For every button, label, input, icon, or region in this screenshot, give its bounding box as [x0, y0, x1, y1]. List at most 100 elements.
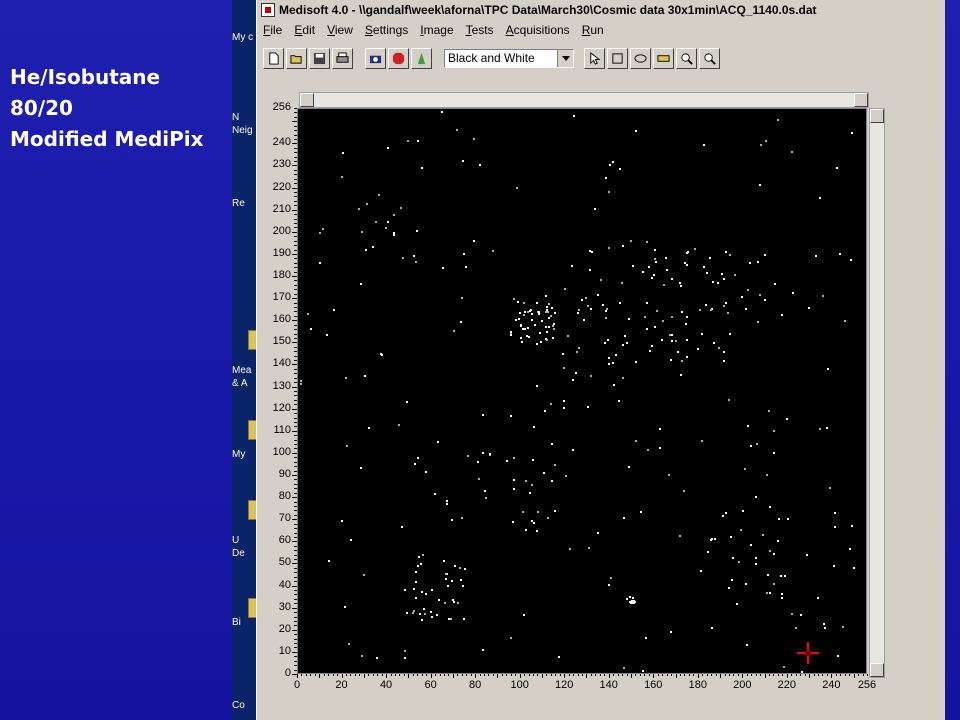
- folder-icon[interactable]: [248, 330, 256, 350]
- scroll-right-button[interactable]: [854, 93, 868, 107]
- x-tick-label: 120: [555, 679, 574, 691]
- acquire-button[interactable]: [365, 47, 386, 69]
- desktop-item[interactable]: Co: [232, 700, 245, 711]
- hit-pixel: [787, 518, 789, 520]
- desktop-item[interactable]: Bi: [232, 617, 241, 628]
- hit-pixel: [781, 593, 783, 595]
- x-tick: [493, 674, 494, 676]
- hit-pixel: [513, 479, 515, 481]
- menu-edit[interactable]: Edit: [288, 23, 321, 37]
- app-icon[interactable]: [261, 2, 275, 17]
- y-tick: [294, 148, 297, 149]
- ruler-tool-button[interactable]: [653, 47, 674, 69]
- desktop-item[interactable]: Mea: [232, 365, 251, 376]
- crosshair-cursor-icon: [797, 642, 819, 664]
- desktop-item[interactable]: N: [232, 112, 239, 123]
- folder-icon[interactable]: [248, 500, 256, 520]
- hit-pixel: [717, 282, 719, 284]
- menu-acquisitions[interactable]: Acquisitions: [500, 23, 576, 37]
- y-tick: [292, 608, 297, 609]
- hit-pixel: [380, 353, 382, 355]
- y-tick: [294, 373, 297, 374]
- y-tick: [294, 479, 297, 480]
- hit-pixel: [368, 427, 370, 429]
- desktop-item[interactable]: Re: [232, 198, 245, 209]
- hit-pixel: [594, 208, 596, 210]
- run-button[interactable]: [411, 47, 432, 69]
- hit-pixel: [307, 313, 309, 315]
- menu-image[interactable]: Image: [414, 23, 459, 37]
- y-tick: [294, 422, 297, 423]
- x-tick: [466, 674, 467, 676]
- hit-pixel: [837, 655, 839, 657]
- hit-pixel: [675, 340, 677, 342]
- hit-pixel: [591, 251, 593, 253]
- x-tick-label: 220: [777, 679, 797, 691]
- label-line-gas: He/Isobutane: [10, 65, 161, 89]
- hit-pixel: [819, 197, 821, 199]
- menu-tests[interactable]: Tests: [460, 23, 500, 37]
- menu-bar: File Edit View Settings Image Tests Acquisitio…: [257, 20, 945, 40]
- desktop-item[interactable]: My c: [232, 32, 253, 43]
- x-tick: [658, 674, 659, 676]
- y-tick: [294, 378, 297, 379]
- hit-pixel: [757, 261, 759, 263]
- y-tick: [294, 108, 297, 109]
- chevron-down-icon[interactable]: [557, 49, 573, 67]
- hit-pixel: [525, 529, 527, 531]
- hit-pixel: [749, 262, 751, 264]
- vertical-scrollbar[interactable]: [869, 108, 885, 678]
- y-tick: [292, 409, 297, 410]
- menu-label: iew: [334, 23, 353, 37]
- window-title: Medisoft 4.0 - \\gandalf\week\aforna\TPC…: [279, 2, 817, 17]
- hit-pixel: [632, 597, 634, 599]
- y-tick: [294, 617, 297, 618]
- pointer-tool-button[interactable]: [584, 47, 605, 69]
- new-button[interactable]: [263, 47, 284, 69]
- print-button[interactable]: [332, 47, 353, 69]
- x-tick: [796, 674, 797, 676]
- detector-image[interactable]: [297, 108, 867, 674]
- hit-pixel: [407, 140, 409, 142]
- ellipse-tool-button[interactable]: [630, 47, 651, 69]
- rectangle-tool-button[interactable]: [607, 47, 628, 69]
- x-tick: [488, 674, 489, 676]
- hit-pixel: [746, 644, 748, 646]
- y-tick: [294, 192, 297, 193]
- horizontal-scrollbar[interactable]: [299, 92, 869, 108]
- scroll-left-button[interactable]: [300, 93, 314, 107]
- folder-icon[interactable]: [248, 420, 256, 440]
- y-tick-label: 256: [272, 101, 291, 113]
- folder-icon[interactable]: [248, 598, 256, 618]
- desktop-item[interactable]: De: [232, 548, 245, 559]
- hit-pixel: [764, 299, 766, 301]
- colormap-select[interactable]: Black and White: [444, 48, 574, 68]
- menu-file[interactable]: File: [257, 23, 288, 37]
- desktop-item[interactable]: Neig: [232, 125, 253, 136]
- menu-settings[interactable]: Settings: [359, 23, 414, 37]
- desktop-item[interactable]: & A: [232, 378, 248, 389]
- stop-button[interactable]: [388, 47, 409, 69]
- hit-pixel: [453, 330, 455, 332]
- scroll-up-button[interactable]: [870, 109, 884, 123]
- hit-pixel: [417, 565, 419, 567]
- save-button[interactable]: [309, 47, 330, 69]
- x-tick: [582, 674, 583, 676]
- y-tick: [294, 506, 297, 507]
- scroll-down-button[interactable]: [870, 663, 884, 677]
- zoom-in-button[interactable]: [676, 47, 697, 69]
- zoom-out-button[interactable]: [699, 47, 720, 69]
- desktop-item[interactable]: My: [232, 449, 245, 460]
- hit-pixel: [531, 313, 533, 315]
- menu-run[interactable]: Run: [576, 23, 610, 37]
- y-tick: [294, 488, 297, 489]
- title-bar[interactable]: Medisoft 4.0 - \\gandalf\week\aforna\TPC…: [257, 0, 945, 19]
- hit-pixel: [612, 362, 614, 364]
- hit-pixel: [527, 327, 529, 329]
- menu-view[interactable]: View: [321, 23, 359, 37]
- desktop-item[interactable]: U: [232, 535, 239, 546]
- x-tick: [431, 674, 432, 678]
- open-button[interactable]: [286, 47, 307, 69]
- hit-pixel: [547, 517, 549, 519]
- hit-pixel: [513, 298, 515, 300]
